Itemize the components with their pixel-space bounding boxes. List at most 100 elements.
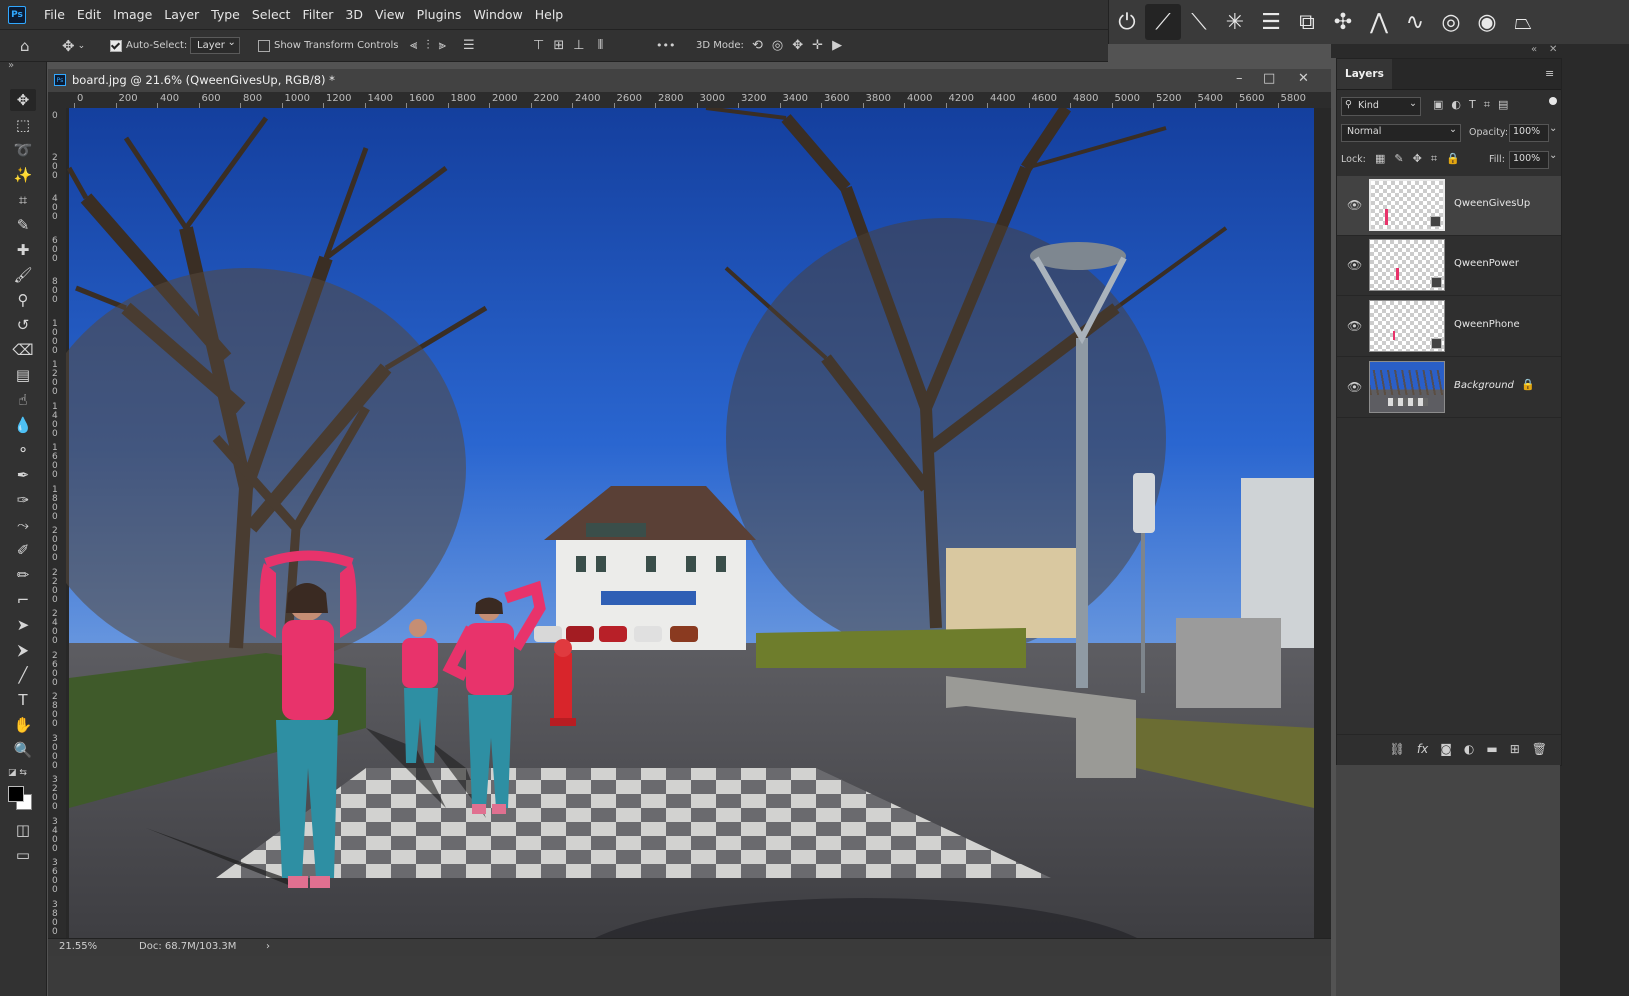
layer-row-qween-power[interactable]: 👁 QweenPower: [1337, 236, 1561, 296]
auto-select-checkbox[interactable]: Auto-Select:: [110, 30, 187, 61]
freeform-pen-icon[interactable]: ✑: [10, 489, 36, 511]
link-layers-icon[interactable]: ⛓: [1390, 742, 1405, 756]
fill-chevron-icon[interactable]: ⌄: [1549, 150, 1557, 161]
distribute-vertical-icon[interactable]: ⦀: [598, 38, 613, 53]
lock-transparent-icon[interactable]: ▦: [1375, 152, 1394, 165]
align-top-icon[interactable]: ⊤: [533, 38, 553, 53]
zoom-level[interactable]: 21.55%: [59, 941, 97, 952]
lines-icon[interactable]: ☰: [1253, 4, 1289, 40]
curvature-pen-icon[interactable]: ⤳: [10, 514, 36, 536]
spiral-icon[interactable]: ◉: [1469, 4, 1505, 40]
canvas[interactable]: [66, 108, 1331, 938]
status-menu-arrow[interactable]: ›: [266, 941, 270, 952]
blur-tool-icon[interactable]: 💧: [10, 414, 36, 436]
align-left-icon[interactable]: ⫷: [410, 38, 426, 53]
layer-row-background[interactable]: 👁 Background 🔒: [1337, 358, 1561, 418]
add-mask-icon[interactable]: ◙: [1440, 742, 1452, 756]
align-buttons[interactable]: ⫷ ⫶ ⫸ ☰: [410, 30, 484, 61]
clone-stamp-icon[interactable]: ⚲: [10, 289, 36, 311]
triangle-guide-icon[interactable]: ⋀: [1361, 4, 1397, 40]
perspective-icon[interactable]: ⧉: [1289, 4, 1325, 40]
healing-brush-icon[interactable]: ✚: [10, 239, 36, 261]
layer-name[interactable]: Background: [1454, 380, 1514, 391]
eye-icon[interactable]: 👁: [1347, 319, 1362, 333]
path-selection-icon[interactable]: ➤: [10, 614, 36, 636]
eye-icon[interactable]: 👁: [1347, 258, 1362, 272]
line-tool-icon[interactable]: ╱: [10, 664, 36, 686]
document-tab[interactable]: Ps board.jpg @ 21.6% (QweenGivesUp, RGB/…: [48, 69, 1331, 93]
new-adjustment-icon[interactable]: ◐: [1464, 742, 1474, 756]
brush-tool-icon[interactable]: 🖌: [10, 264, 36, 286]
layer-style-icon[interactable]: fx: [1417, 742, 1428, 756]
layer-name[interactable]: QweenGivesUp: [1454, 198, 1530, 209]
magic-wand-icon[interactable]: ✨: [10, 164, 36, 186]
align-vertical-buttons[interactable]: ⊤ ⊞ ⊥ ⦀: [533, 30, 612, 61]
radial-burst-icon[interactable]: ✳: [1217, 4, 1253, 40]
eraser-tool-icon[interactable]: ⌫: [10, 339, 36, 361]
add-anchor-icon[interactable]: ✐: [10, 539, 36, 561]
convert-point-icon[interactable]: ⌐: [10, 589, 36, 611]
gradient-tool-icon[interactable]: ▤: [10, 364, 36, 386]
line-tool-icon[interactable]: ⟋: [1145, 4, 1181, 40]
align-middle-icon[interactable]: ⊞: [553, 38, 573, 53]
close-panel-icon[interactable]: ✕: [1549, 44, 1557, 55]
lock-pixels-icon[interactable]: ✎: [1394, 152, 1412, 165]
marquee-tool-icon[interactable]: ⬚: [10, 114, 36, 136]
filter-kind-dropdown[interactable]: ⚲ Kind ⌄: [1341, 97, 1421, 116]
menu-file[interactable]: File: [38, 7, 71, 22]
opacity-chevron-icon[interactable]: ⌄: [1549, 123, 1557, 134]
default-colors-icon[interactable]: ◪ ⇆: [8, 768, 27, 778]
layer-row-qween-gives-up[interactable]: 👁 QweenGivesUp: [1337, 176, 1561, 236]
menu-type[interactable]: Type: [205, 7, 246, 22]
filter-pixel-icon[interactable]: ▣: [1433, 98, 1451, 111]
lock-all-icon[interactable]: 🔒: [1446, 152, 1469, 165]
layer-name[interactable]: QweenPower: [1454, 258, 1519, 269]
distribute-icon[interactable]: ☰: [463, 38, 484, 53]
layer-row-qween-phone[interactable]: 👁 QweenPhone: [1337, 297, 1561, 357]
power-icon[interactable]: ⏻: [1109, 4, 1145, 40]
layer-name[interactable]: QweenPhone: [1454, 319, 1520, 330]
move-tool-icon[interactable]: ✥: [10, 89, 36, 111]
panel-menu-icon[interactable]: ≡: [1545, 67, 1554, 80]
foreground-color-swatch[interactable]: [8, 786, 24, 802]
home-icon[interactable]: ⌂: [20, 30, 30, 61]
eye-icon[interactable]: 👁: [1347, 380, 1362, 394]
vanishing-point-icon[interactable]: ✣: [1325, 4, 1361, 40]
horizontal-ruler[interactable]: 0 200 400 600 800 1000 1200 1400 1600 1800 2000 220…: [48, 92, 1331, 109]
filter-shape-icon[interactable]: ⌗: [1484, 98, 1498, 111]
new-layer-icon[interactable]: ⊞: [1510, 742, 1520, 756]
align-right-icon[interactable]: ⫸: [439, 38, 455, 53]
opacity-field[interactable]: 100%: [1509, 124, 1549, 142]
menu-plugins[interactable]: Plugins: [411, 7, 468, 22]
eyedropper-icon[interactable]: ✎: [10, 214, 36, 236]
filter-smart-object-icon[interactable]: ▤: [1498, 98, 1516, 111]
delete-anchor-icon[interactable]: ✏: [10, 564, 36, 586]
filter-adjustment-icon[interactable]: ◐: [1451, 98, 1469, 111]
eye-icon[interactable]: 👁: [1347, 198, 1362, 212]
fill-field[interactable]: 100%: [1509, 151, 1549, 169]
collapse-panels-icon[interactable]: «: [1531, 44, 1537, 55]
diagonal-tool-icon[interactable]: ⟍: [1181, 4, 1217, 40]
menu-help[interactable]: Help: [529, 7, 570, 22]
menu-window[interactable]: Window: [467, 7, 528, 22]
filter-toggle-icon[interactable]: [1549, 97, 1557, 105]
screen-mode-icon[interactable]: ▭: [10, 844, 36, 866]
lock-artboard-icon[interactable]: ⌗: [1431, 152, 1446, 165]
quick-mask-icon[interactable]: ◫: [10, 819, 36, 841]
maximize-icon[interactable]: □: [1263, 71, 1275, 86]
menu-filter[interactable]: Filter: [296, 7, 339, 22]
wave-icon[interactable]: ∿: [1397, 4, 1433, 40]
hand-tool-icon[interactable]: ✋: [10, 714, 36, 736]
lasso-tool-icon[interactable]: ➰: [10, 139, 36, 161]
smudge-tool-icon[interactable]: ☝: [10, 389, 36, 411]
menu-layer[interactable]: Layer: [158, 7, 205, 22]
lock-position-icon[interactable]: ✥: [1413, 152, 1431, 165]
new-group-icon[interactable]: ▬: [1486, 742, 1497, 756]
vertical-ruler[interactable]: 0 200 400 600 800 1000 1200 1400 1600 1800 2000 220…: [48, 108, 67, 938]
tab-layers[interactable]: Layers: [1337, 59, 1392, 89]
collapse-toolbar-icon[interactable]: »: [8, 60, 14, 71]
filter-type-icon[interactable]: T: [1469, 98, 1484, 111]
show-transform-checkbox[interactable]: Show Transform Controls: [258, 30, 398, 61]
close-icon[interactable]: ✕: [1298, 71, 1309, 86]
menu-edit[interactable]: Edit: [71, 7, 107, 22]
